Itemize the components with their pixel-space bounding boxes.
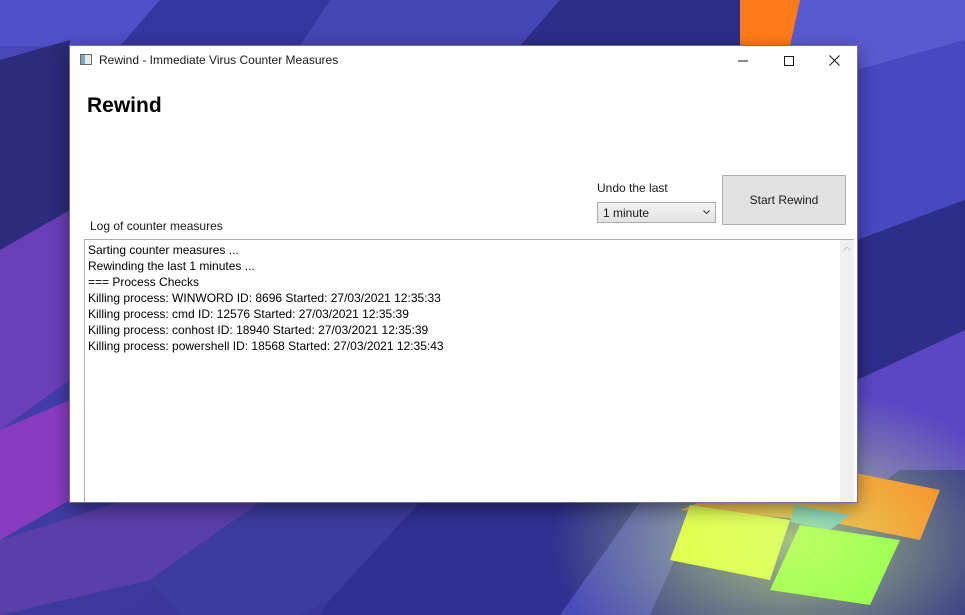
title-bar[interactable]: Rewind - Immediate Virus Counter Measure…: [70, 46, 857, 75]
log-line: Killing process: conhost ID: 18940 Start…: [88, 323, 429, 337]
scroll-up-arrow-icon[interactable]: [843, 246, 851, 251]
log-line: Killing process: cmd ID: 12576 Started: …: [88, 307, 409, 321]
close-button[interactable]: [811, 46, 857, 75]
log-textbox[interactable]: Sarting counter measures ... Rewinding t…: [84, 239, 854, 502]
log-line: Killing process: powershell ID: 18568 St…: [88, 339, 444, 353]
log-scrollbar[interactable]: [840, 240, 854, 502]
log-line: Rewinding the last 1 minutes ...: [88, 259, 255, 273]
chevron-down-icon: [703, 210, 710, 215]
log-label: Log of counter measures: [90, 219, 223, 233]
maximize-button[interactable]: [766, 46, 812, 75]
log-line: Killing process: WINWORD ID: 8696 Starte…: [88, 291, 441, 305]
close-icon: [828, 55, 840, 66]
window-title: Rewind - Immediate Virus Counter Measure…: [99, 53, 339, 67]
app-icon: [80, 54, 92, 65]
log-line: Sarting counter measures ...: [88, 243, 239, 257]
main-window: Rewind - Immediate Virus Counter Measure…: [70, 46, 857, 502]
desktop-wallpaper: Rewind - Immediate Virus Counter Measure…: [0, 0, 965, 615]
undo-period-label: Undo the last: [597, 181, 668, 195]
start-rewind-button[interactable]: Start Rewind: [722, 175, 846, 225]
log-line: === Process Checks: [88, 275, 200, 289]
maximize-icon: [784, 55, 794, 66]
undo-period-select[interactable]: 1 minute: [597, 202, 716, 223]
minimize-button[interactable]: [720, 46, 766, 75]
minimize-icon: [738, 60, 748, 61]
undo-period-value: 1 minute: [603, 206, 650, 220]
log-lines: Sarting counter measures ... Rewinding t…: [88, 242, 838, 354]
page-title: Rewind: [87, 94, 162, 117]
